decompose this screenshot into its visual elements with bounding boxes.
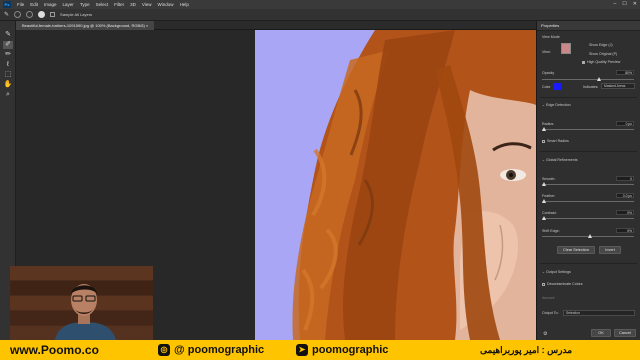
smooth-slider[interactable] — [542, 182, 634, 186]
menu-layer[interactable]: Layer — [63, 2, 74, 7]
menu-window[interactable]: Window — [158, 2, 174, 7]
menu-3d[interactable]: 3D — [130, 2, 136, 7]
menu-help[interactable]: Help — [180, 2, 189, 7]
instagram-handle[interactable]: ◎ @ poomographic — [158, 340, 264, 360]
global-refinements-header[interactable]: ⌄ Global Refinements — [542, 158, 635, 162]
menu-type[interactable]: Type — [80, 2, 90, 7]
feather-value[interactable]: 0.0 px — [616, 193, 634, 198]
feather-slider[interactable] — [542, 199, 634, 203]
output-settings-header[interactable]: ⌄ Output Settings — [542, 270, 635, 274]
menu-file[interactable]: File — [17, 2, 24, 7]
canvas-image[interactable] — [255, 30, 536, 340]
maximize-icon[interactable]: ☐ — [622, 1, 626, 7]
indicates-dropdown[interactable]: Masked Areas — [601, 83, 635, 89]
contrast-slider[interactable] — [542, 216, 634, 220]
telegram-handle[interactable]: ➤ poomographic — [296, 340, 388, 360]
show-original-option[interactable]: Show Original (P) — [589, 52, 635, 56]
menu-filter[interactable]: Filter — [114, 2, 124, 7]
instructor-name: مدرس : امیر پوربراهیمی — [480, 345, 573, 355]
brush-subtract-icon[interactable] — [26, 11, 34, 18]
menu-image[interactable]: Image — [44, 2, 57, 7]
properties-panel-header: Properties — [537, 21, 640, 31]
window-controls: – ☐ ✕ — [614, 1, 637, 7]
clear-selection-button[interactable]: Clear Selection — [557, 246, 595, 254]
shift-edge-slider[interactable] — [542, 234, 634, 238]
menu-view[interactable]: View — [142, 2, 152, 7]
opacity-value[interactable]: 80% — [616, 70, 634, 75]
hand-tool-icon[interactable]: ✋ — [3, 81, 13, 89]
radius-slider[interactable] — [542, 127, 634, 131]
contrast-value[interactable]: 0% — [616, 210, 634, 215]
view-mode-label: View Mode — [542, 35, 560, 39]
settings-gear-icon[interactable]: ⚙ — [543, 331, 547, 337]
radius-value[interactable]: 0 px — [616, 121, 634, 126]
hq-preview-option[interactable]: High Quality Preview — [582, 60, 635, 64]
menu-bar: Ps File Edit Image Layer Type Select Fil… — [0, 0, 640, 9]
smart-radius-checkbox[interactable] — [542, 139, 545, 143]
invert-button[interactable]: Invert — [599, 246, 621, 254]
telegram-icon: ➤ — [296, 344, 308, 356]
cancel-button[interactable]: Cancel — [614, 329, 636, 337]
amount-label: Amount: — [542, 296, 556, 300]
document-tab[interactable]: Beautiful-female-bathers-1091590.jpg @ 1… — [16, 21, 155, 30]
portrait-photo — [255, 30, 536, 340]
brush-add-icon[interactable] — [14, 11, 22, 18]
instagram-icon: ◎ — [158, 344, 170, 356]
smooth-value[interactable]: 0 — [616, 176, 634, 181]
smart-radius-option[interactable]: Smart Radius — [542, 139, 635, 143]
opacity-slider[interactable] — [542, 77, 634, 81]
document-title: Beautiful-female-bathers-1091590.jpg @ 1… — [22, 23, 145, 28]
webcam-overlay — [10, 266, 153, 340]
brush-tool-icon[interactable]: ✏ — [3, 51, 13, 59]
decontaminate-checkbox[interactable] — [542, 282, 545, 286]
properties-title: Properties — [541, 23, 560, 28]
refine-edge-brush-icon[interactable]: ✐ — [3, 41, 13, 49]
sample-all-layers-label: Sample All Layers — [60, 12, 93, 17]
close-icon[interactable]: ✕ — [633, 1, 637, 7]
quick-selection-tool-icon[interactable]: ✎ — [3, 31, 13, 39]
lasso-tool-icon[interactable]: ℓ — [3, 61, 13, 69]
document-tabs: Beautiful-female-bathers-1091590.jpg @ 1… — [16, 21, 536, 30]
ok-button[interactable]: OK — [591, 329, 611, 337]
object-selection-icon[interactable]: ⬚ — [3, 71, 13, 79]
website-link[interactable]: www.Poomo.co — [10, 340, 99, 360]
view-label: View: — [542, 50, 551, 54]
sample-all-layers-checkbox[interactable] — [50, 12, 56, 17]
options-bar: ✎ Sample All Layers — [0, 9, 640, 21]
properties-panel: Properties View Mode View: Show Edge (J)… — [536, 21, 640, 340]
decontaminate-option[interactable]: Decontaminate Colors — [542, 282, 635, 286]
overlay-color-swatch[interactable] — [553, 83, 561, 90]
view-thumbnail-dropdown[interactable] — [561, 43, 571, 54]
show-edge-option[interactable]: Show Edge (J) — [589, 43, 635, 47]
menu-edit[interactable]: Edit — [30, 2, 38, 7]
tab-close-icon[interactable]: × — [146, 23, 148, 28]
presenter-video — [10, 266, 153, 340]
brush-size-icon[interactable] — [38, 11, 46, 18]
tool-preset-icon[interactable]: ✎ — [4, 11, 9, 18]
promo-footer: www.Poomo.co ◎ @ poomographic ➤ poomogra… — [0, 340, 640, 360]
menu-select[interactable]: Select — [96, 2, 109, 7]
zoom-tool-icon[interactable]: ⌕ — [3, 91, 13, 99]
minimize-icon[interactable]: – — [614, 1, 617, 7]
edge-detection-header[interactable]: ⌄ Edge Detection — [542, 103, 635, 107]
shift-edge-value[interactable]: 0% — [616, 228, 634, 233]
hq-preview-checkbox[interactable] — [582, 60, 585, 64]
output-to-dropdown[interactable]: Selection — [563, 310, 635, 316]
photoshop-logo: Ps — [3, 1, 11, 8]
